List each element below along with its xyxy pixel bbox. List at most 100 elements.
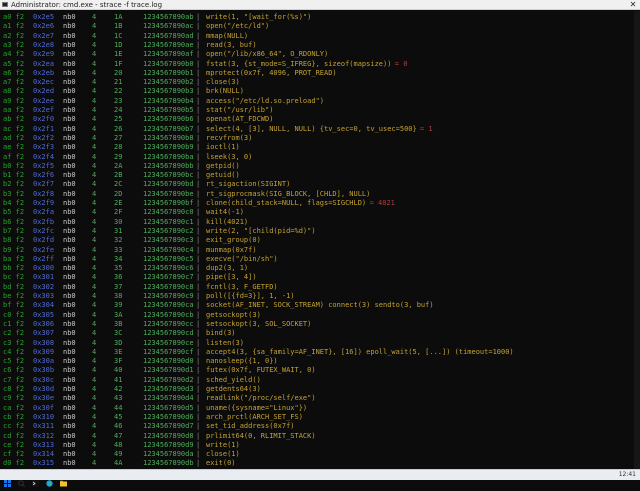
flag-field: 4 — [92, 440, 97, 449]
separator: | — [196, 13, 201, 21]
code-field: 3B — [114, 319, 123, 328]
window-titlebar[interactable]: Administrator: cmd.exe - strace -f trace… — [0, 0, 640, 10]
flag-field: 4 — [92, 245, 97, 254]
flag-field: 4 — [92, 59, 97, 68]
syscall-text: write(1) — [206, 440, 240, 449]
code-field: 36 — [114, 273, 123, 282]
separator: | — [196, 319, 201, 328]
separator: | — [196, 59, 201, 68]
file-tag: nb0 — [63, 254, 76, 263]
console-line: ab f2 0x2f0 nb0 4 25 1234567890b6 | openat(AT_F… — [0, 115, 640, 124]
folder-icon[interactable] — [60, 472, 67, 487]
syscall-text: getuid() — [206, 171, 240, 180]
code-field: 38 — [114, 292, 123, 300]
file-tag: nb0 — [63, 22, 76, 31]
symbol-address: 0x30b — [33, 366, 55, 375]
console-line: c4 f2 0x309 nb0 4 3E 1234567890cf | accept4(3, … — [0, 348, 640, 357]
separator: | — [196, 171, 201, 180]
code-field: 30 — [114, 217, 123, 226]
line-number: a2 f2 — [3, 31, 25, 40]
hex-value: 1234567890d3 — [143, 385, 194, 393]
symbol-address: 0x314 — [33, 450, 55, 459]
symbol-address: 0x2fb — [33, 217, 55, 226]
hex-value: 1234567890b3 — [143, 87, 194, 96]
line-number: bb f2 — [3, 264, 25, 273]
hex-value: 1234567890c3 — [143, 236, 194, 245]
separator: | — [196, 264, 201, 273]
hex-value: 1234567890bc — [143, 171, 194, 180]
hex-value: 1234567890bf — [143, 199, 194, 207]
code-field: 3C — [114, 329, 123, 338]
code-field: 35 — [114, 264, 123, 273]
close-button[interactable]: ✕ — [626, 0, 640, 10]
search-icon[interactable] — [18, 472, 26, 488]
syscall-text: getpid() — [206, 161, 240, 170]
console-line: b5 f2 0x2fa nb0 4 2F 1234567890c0 | wait4(-1) — [0, 208, 640, 217]
flag-field: 4 — [92, 68, 97, 77]
symbol-address: 0x30a — [33, 357, 55, 366]
hex-value: 1234567890c2 — [143, 226, 194, 235]
flag-field: 4 — [92, 301, 97, 310]
separator: | — [196, 124, 201, 133]
symbol-address: 0x2f4 — [33, 152, 55, 161]
syscall-text: write(2, "[child(pid=%d)") — [206, 226, 316, 235]
syscall-text: bind(3) — [206, 329, 236, 338]
hex-value: 1234567890c1 — [143, 217, 194, 226]
hex-value: 1234567890d5 — [143, 403, 194, 412]
syscall-text: socket(AF_INET, SOCK_STREAM) connect(3) … — [206, 301, 434, 310]
separator: | — [196, 440, 201, 449]
hex-value: 1234567890ce — [143, 338, 194, 347]
scrollbar[interactable] — [634, 11, 640, 469]
terminal-output[interactable]: a0 f2 0x2e5 nb0 4 1A 1234567890ab | write(1, "[… — [0, 11, 640, 469]
file-tag: nb0 — [63, 310, 76, 319]
hex-value: 1234567890cc — [143, 319, 194, 328]
file-tag: nb0 — [63, 403, 76, 412]
code-field: 28 — [114, 143, 123, 152]
separator: | — [196, 292, 201, 300]
separator: | — [196, 375, 201, 384]
flag-field: 4 — [92, 375, 97, 384]
line-number: b4 f2 — [3, 199, 25, 207]
terminal-icon[interactable] — [32, 472, 39, 487]
hex-value: 1234567890ae — [143, 40, 194, 49]
console-line: a1 f2 0x2e6 nb0 4 1B 1234567890ac | open("/etc/… — [0, 22, 640, 31]
symbol-address: 0x315 — [33, 459, 55, 468]
line-number: af f2 — [3, 152, 25, 161]
edge-icon[interactable] — [46, 472, 53, 487]
syscall-text: exit_group(0) — [206, 236, 261, 245]
clock[interactable]: 12:41 — [619, 471, 636, 479]
syscall-text: exit(0) — [206, 459, 236, 468]
code-field: 3D — [114, 338, 123, 347]
code-field: 27 — [114, 133, 123, 142]
symbol-address: 0x2f1 — [33, 124, 55, 133]
symbol-address: 0x2f2 — [33, 133, 55, 142]
hex-value: 1234567890d1 — [143, 366, 194, 375]
line-number: b9 f2 — [3, 245, 25, 254]
flag-field: 4 — [92, 254, 97, 263]
flag-field: 4 — [92, 152, 97, 161]
symbol-address: 0x308 — [33, 338, 55, 347]
code-field: 26 — [114, 124, 123, 133]
console-line: c9 f2 0x30e nb0 4 43 1234567890d4 | readlink("/… — [0, 394, 640, 403]
symbol-address: 0x2f7 — [33, 180, 55, 189]
hex-value: 1234567890ca — [143, 301, 194, 310]
flag-field: 4 — [92, 273, 97, 282]
hex-value: 1234567890ab — [143, 13, 194, 21]
file-tag: nb0 — [63, 319, 76, 328]
hex-value: 1234567890d0 — [143, 357, 194, 366]
file-tag: nb0 — [63, 78, 76, 87]
hex-value: 1234567890d2 — [143, 375, 194, 384]
code-field: 1E — [114, 50, 123, 59]
syscall-text: clone(child_stack=NULL, flags=SIGCHLD) — [206, 199, 367, 207]
file-tag: nb0 — [63, 133, 76, 142]
console-line: c2 f2 0x307 nb0 4 3C 1234567890cd | bind(3) — [0, 329, 640, 338]
flag-field: 4 — [92, 22, 97, 31]
syscall-text: recvfrom(3) — [206, 133, 253, 142]
file-tag: nb0 — [63, 208, 76, 217]
start-icon[interactable] — [4, 472, 11, 487]
code-field: 1F — [114, 59, 123, 68]
syscall-text: setsockopt(3, SOL_SOCKET) — [206, 319, 312, 328]
separator: | — [196, 180, 201, 189]
hex-value: 1234567890bb — [143, 161, 194, 170]
console-line: ba f2 0x2ff nb0 4 34 1234567890c5 | execve("/bi… — [0, 255, 640, 264]
